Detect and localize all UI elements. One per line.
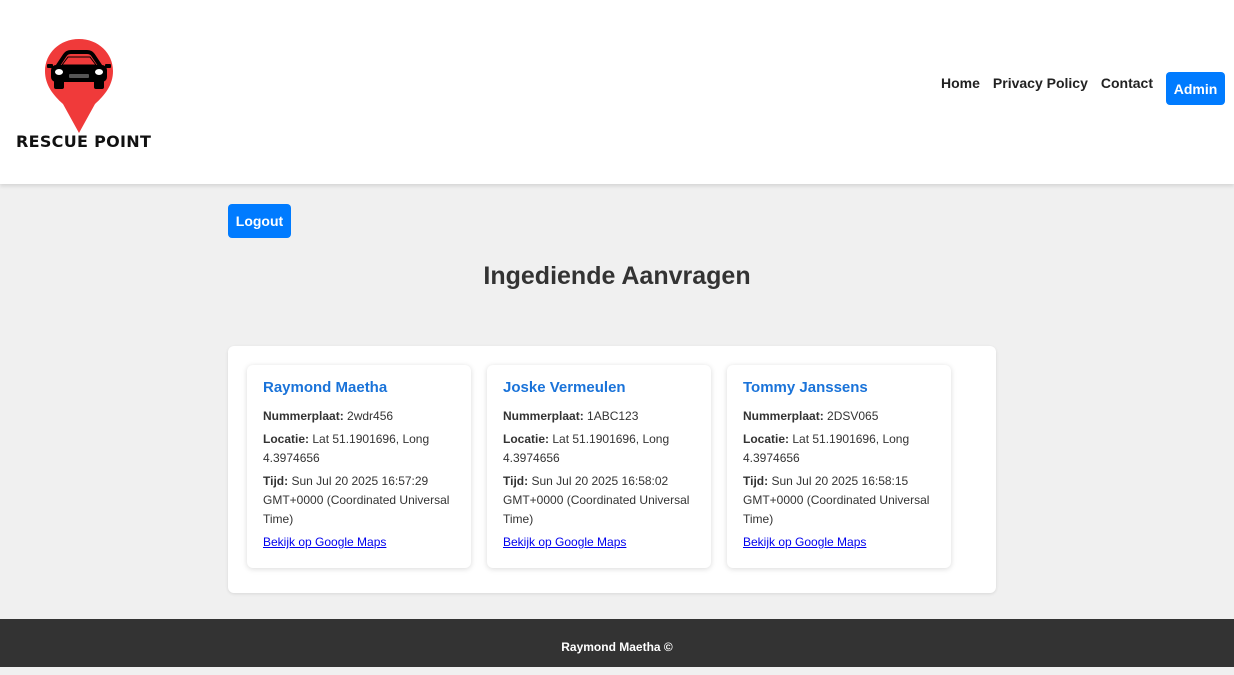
time-label: Tijd:	[263, 474, 289, 488]
requester-name: Raymond Maetha	[263, 379, 388, 396]
plate-field: Nummerplaat: 2wdr456	[263, 407, 455, 426]
location-label: Locatie:	[743, 432, 790, 446]
request-card: Raymond Maetha Nummerplaat: 2wdr456 Loca…	[247, 365, 471, 568]
page-title: Ingediende Aanvragen	[483, 262, 751, 290]
location-field: Locatie: Lat 51.1901696, Long 4.3974656	[743, 430, 935, 468]
location-label: Locatie:	[503, 432, 550, 446]
plate-value: 2wdr456	[347, 409, 394, 423]
time-field: Tijd: Sun Jul 20 2025 16:57:29 GMT+0000 …	[263, 472, 455, 529]
plate-value: 1ABC123	[587, 409, 639, 423]
request-card: Joske Vermeulen Nummerplaat: 1ABC123 Loc…	[487, 365, 711, 568]
main-nav: Home Privacy Policy Contact Admin	[941, 72, 1225, 105]
time-label: Tijd:	[743, 474, 769, 488]
location-label: Locatie:	[263, 432, 310, 446]
nav-link-privacy-policy[interactable]: Privacy Policy	[993, 74, 1088, 92]
footer-text: Raymond Maetha ©	[561, 640, 673, 654]
plate-label: Nummerplaat:	[743, 409, 824, 423]
time-label: Tijd:	[503, 474, 529, 488]
requester-name: Tommy Janssens	[743, 379, 868, 396]
requests-panel: Raymond Maetha Nummerplaat: 2wdr456 Loca…	[228, 346, 996, 593]
plate-field: Nummerplaat: 1ABC123	[503, 407, 695, 426]
time-field: Tijd: Sun Jul 20 2025 16:58:15 GMT+0000 …	[743, 472, 935, 529]
plate-label: Nummerplaat:	[503, 409, 584, 423]
plate-field: Nummerplaat: 2DSV065	[743, 407, 935, 426]
location-field: Locatie: Lat 51.1901696, Long 4.3974656	[503, 430, 695, 468]
time-value: Sun Jul 20 2025 16:57:29 GMT+0000 (Coord…	[263, 474, 450, 526]
request-card: Tommy Janssens Nummerplaat: 2DSV065 Loca…	[727, 365, 951, 568]
site-footer: Raymond Maetha ©	[0, 619, 1234, 667]
google-maps-link[interactable]: Bekijk op Google Maps	[743, 534, 866, 550]
site-header: RESCUE POINT Home Privacy Policy Contact…	[0, 0, 1234, 184]
time-value: Sun Jul 20 2025 16:58:15 GMT+0000 (Coord…	[743, 474, 930, 526]
logo-text: RESCUE POINT	[16, 132, 152, 151]
requester-name: Joske Vermeulen	[503, 379, 626, 396]
google-maps-link[interactable]: Bekijk op Google Maps	[503, 534, 626, 550]
google-maps-link[interactable]: Bekijk op Google Maps	[263, 534, 386, 550]
nav-link-home[interactable]: Home	[941, 74, 980, 92]
admin-button[interactable]: Admin	[1166, 72, 1225, 105]
nav-link-contact[interactable]: Contact	[1101, 74, 1153, 92]
location-field: Locatie: Lat 51.1901696, Long 4.3974656	[263, 430, 455, 468]
time-value: Sun Jul 20 2025 16:58:02 GMT+0000 (Coord…	[503, 474, 690, 526]
time-field: Tijd: Sun Jul 20 2025 16:58:02 GMT+0000 …	[503, 472, 695, 529]
site-logo[interactable]: RESCUE POINT	[16, 36, 152, 156]
car-location-pin-icon	[45, 39, 113, 133]
plate-value: 2DSV065	[827, 409, 879, 423]
logout-button[interactable]: Logout	[228, 204, 291, 238]
plate-label: Nummerplaat:	[263, 409, 344, 423]
